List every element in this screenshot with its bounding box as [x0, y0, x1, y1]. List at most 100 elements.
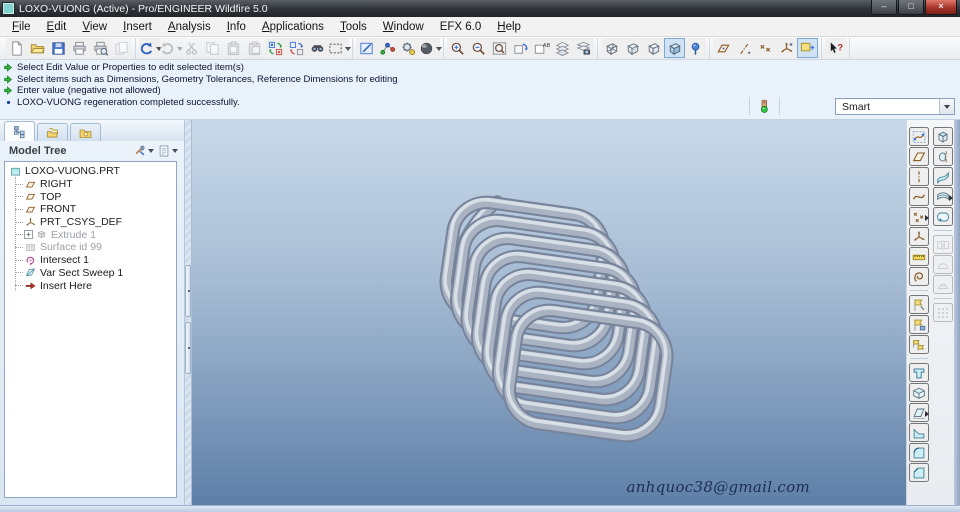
tgl-annot-button[interactable] [797, 38, 818, 58]
pattern-tool-button[interactable] [932, 303, 953, 322]
datum-point-tool-flyout-arrow-icon[interactable] [924, 215, 932, 221]
graphics-viewport[interactable]: anhquoc38@gmail.com [192, 120, 906, 505]
style-surface-tool-button[interactable] [932, 207, 953, 226]
extrude-tool-button[interactable] [932, 127, 953, 146]
maximize-button[interactable]: □ [898, 0, 924, 15]
merge-tool-button[interactable] [932, 255, 953, 274]
zoom-in-button[interactable] [447, 38, 468, 58]
csys-tool-button[interactable] [908, 227, 929, 246]
tree-node-surface-id-99[interactable]: Surface id 99 [9, 241, 176, 254]
draft-tool-flyout-arrow-icon[interactable] [924, 411, 932, 417]
tree-node-prt-csys-def[interactable]: PRT_CSYS_DEF [9, 216, 176, 229]
panel-splitter[interactable] [184, 120, 192, 505]
tree-node-intersect-1[interactable]: Intersect 1 [9, 254, 176, 267]
datum-point-tool-button[interactable] [908, 207, 932, 226]
refit-button[interactable] [489, 38, 510, 58]
menu-efx-6-0[interactable]: EFX 6.0 [432, 19, 490, 35]
datum-axis-tool-button[interactable] [908, 167, 929, 186]
tree-settings-button[interactable] [133, 144, 154, 158]
regenerate-button[interactable] [265, 38, 286, 58]
hidden-line-button[interactable] [622, 38, 643, 58]
close-button[interactable]: × [925, 0, 957, 15]
menu-view[interactable]: View [74, 19, 115, 35]
tgl-points-button[interactable] [755, 38, 776, 58]
expand-icon[interactable]: + [24, 230, 33, 240]
zoom-out-button[interactable] [468, 38, 489, 58]
save-button[interactable] [48, 38, 69, 58]
combo-dropdown-button[interactable] [939, 99, 954, 114]
splitter-handle-bottom[interactable] [185, 322, 191, 374]
send-sheets-button[interactable] [111, 38, 132, 58]
datum-plane-tool-button[interactable] [908, 147, 929, 166]
select-box-dropdown-arrow-icon[interactable] [344, 46, 351, 54]
menu-applications[interactable]: Applications [254, 19, 332, 35]
print-preview-button[interactable] [90, 38, 111, 58]
rib-tool-button[interactable] [908, 423, 929, 442]
tree-settings-dropdown-arrow-icon[interactable] [148, 149, 154, 156]
open-file-button[interactable] [27, 38, 48, 58]
layers-button[interactable] [552, 38, 573, 58]
menu-file[interactable]: File [4, 19, 39, 35]
undo-button[interactable] [139, 38, 162, 58]
draft-tool-button[interactable] [908, 403, 932, 422]
print-button[interactable] [69, 38, 90, 58]
reorient-button[interactable] [510, 38, 531, 58]
boundary-blend-tool-button[interactable] [932, 187, 956, 206]
tree-display-button[interactable] [157, 144, 178, 158]
menu-window[interactable]: Window [375, 19, 432, 35]
style-tool-button[interactable] [908, 127, 929, 146]
paste-special-button[interactable] [244, 38, 265, 58]
menu-insert[interactable]: Insert [115, 19, 160, 35]
minimize-button[interactable]: ‒ [871, 0, 897, 15]
splitter-handle-top[interactable] [185, 265, 191, 317]
tree-node-var-sect-sweep-1[interactable]: Var Sect Sweep 1 [9, 267, 176, 280]
revolve-tool-button[interactable] [932, 147, 953, 166]
orient-mode-button[interactable] [398, 38, 419, 58]
tree-node-extrude-1[interactable]: + Extrude 1 [9, 228, 176, 241]
pin-button[interactable] [685, 38, 706, 58]
new-file-button[interactable] [6, 38, 27, 58]
regen-manager-button[interactable] [286, 38, 307, 58]
folder-stack-tab[interactable] [37, 123, 68, 141]
tree-node-loxo-vuong-prt[interactable]: LOXO-VUONG.PRT [9, 165, 176, 178]
select-box-button[interactable] [328, 38, 351, 58]
note-picture-tool-button[interactable] [908, 315, 929, 334]
menu-edit[interactable]: Edit [39, 19, 75, 35]
spin-center-button[interactable] [377, 38, 398, 58]
tree-node-right[interactable]: RIGHT [9, 178, 176, 191]
shell-tool-button[interactable] [908, 383, 929, 402]
menu-info[interactable]: Info [219, 19, 254, 35]
chamfer-tool-button[interactable] [908, 463, 929, 482]
sketch-tool-button[interactable] [908, 267, 929, 286]
find-button[interactable] [307, 38, 328, 58]
cut-button[interactable] [181, 38, 202, 58]
mirror-tool-button[interactable] [932, 235, 953, 254]
context-help-button[interactable]: ? [825, 38, 846, 58]
menu-tools[interactable]: Tools [332, 19, 375, 35]
note-arrange-tool-button[interactable] [908, 335, 929, 354]
shaded-button[interactable] [664, 38, 685, 58]
appearance-dropdown-arrow-icon[interactable] [435, 46, 442, 54]
tree-node-insert-here[interactable]: Insert Here [9, 279, 176, 292]
appearance-button[interactable] [419, 38, 442, 58]
redo-button[interactable] [160, 38, 183, 58]
round-tool-button[interactable] [908, 443, 929, 462]
menu-analysis[interactable]: Analysis [160, 19, 219, 35]
datum-curve-tool-button[interactable] [908, 187, 929, 206]
tgl-planes-button[interactable] [713, 38, 734, 58]
folder-star-tab[interactable] [70, 123, 101, 141]
no-hidden-button[interactable] [643, 38, 664, 58]
wireframe-button[interactable] [601, 38, 622, 58]
tree-node-front[interactable]: FRONT [9, 203, 176, 216]
trim-tool-button[interactable] [932, 275, 953, 294]
copy-button[interactable] [202, 38, 223, 58]
datum-graph-tool-button[interactable] [908, 247, 929, 266]
tgl-axes-button[interactable] [734, 38, 755, 58]
boundary-blend-tool-flyout-arrow-icon[interactable] [948, 195, 956, 201]
repaint-button[interactable] [356, 38, 377, 58]
tree-display-dropdown-arrow-icon[interactable] [172, 149, 178, 156]
saved-views-button[interactable]: AB [531, 38, 552, 58]
hole-tool-button[interactable] [908, 363, 929, 382]
sweep-tool-button[interactable] [932, 167, 953, 186]
model-tree-tab[interactable] [4, 121, 35, 141]
